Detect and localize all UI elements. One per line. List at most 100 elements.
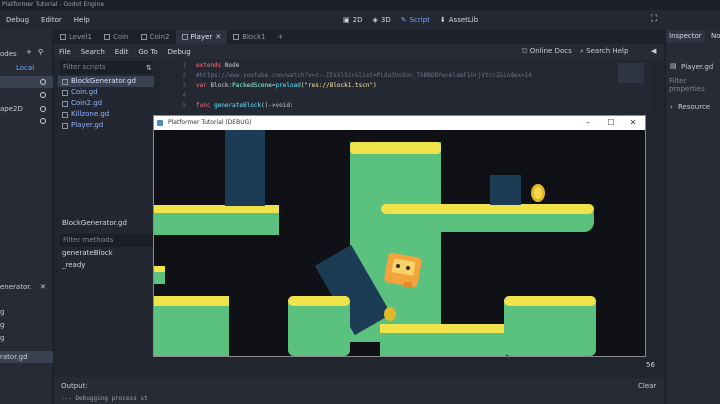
file-item[interactable]: g: [0, 321, 4, 329]
script-item[interactable]: Coin.gd: [58, 87, 154, 98]
tab-inspector[interactable]: Inspector: [666, 30, 705, 43]
minimize-icon[interactable]: –: [578, 116, 598, 130]
mode-script[interactable]: ✎ Script: [401, 16, 430, 24]
code-keyword: var: [196, 82, 207, 89]
script-menu-debug[interactable]: Debug: [163, 48, 196, 56]
line-number: 1: [182, 62, 186, 69]
add-tab-icon[interactable]: +: [272, 30, 290, 44]
script-item[interactable]: Coin2.gd: [58, 98, 154, 109]
script-menu-search[interactable]: Search: [76, 48, 110, 56]
code-text: Block:: [206, 82, 233, 89]
scene-icon: [140, 34, 147, 40]
tab-level1[interactable]: Level1: [54, 30, 98, 44]
tab-label: Coin2: [149, 33, 170, 41]
grass-platform: [154, 205, 279, 235]
maximize-icon[interactable]: ☐: [601, 116, 621, 130]
code-editor[interactable]: 1 extends Node 2 #https://www.youtube.com/…: [160, 59, 650, 119]
close-icon[interactable]: ✕: [40, 283, 46, 291]
script-item[interactable]: Killzone.gd: [58, 109, 154, 120]
script-menu-goto[interactable]: Go To: [133, 48, 162, 56]
scene-icon: [60, 34, 66, 40]
clear-output-button[interactable]: Clear: [638, 382, 656, 390]
script-item[interactable]: BlockGenerator.gd: [58, 76, 154, 87]
inspector-dock: Inspector No ▤ Player.gd Filter properti…: [665, 30, 720, 404]
code-function: preload: [275, 82, 301, 89]
visibility-eye-icon[interactable]: [40, 106, 46, 112]
game-viewport[interactable]: [154, 130, 645, 356]
previous-script-icon[interactable]: ◀: [651, 47, 656, 55]
filter-methods-input[interactable]: Filter methods: [60, 234, 156, 247]
scene-dock-label: odes: [0, 50, 17, 58]
search-help-button[interactable]: ⌕ Search Help: [580, 47, 628, 56]
script-list-panel: Filter scripts ⇅ BlockGenerator.gd Coin.…: [58, 59, 156, 379]
game-window-titlebar[interactable]: Platformer Tutorial (DEBUG) – ☐ ✕: [154, 116, 645, 130]
code-keyword: func: [196, 102, 211, 109]
code-string: ("res://Block1.tscn"): [300, 82, 377, 89]
resource-section[interactable]: Resource: [678, 103, 710, 111]
link-icon[interactable]: ⚲: [38, 48, 43, 56]
menu-editor[interactable]: Editor: [35, 16, 68, 24]
script-menu-edit[interactable]: Edit: [110, 48, 134, 56]
menu-debug[interactable]: Debug: [0, 16, 35, 24]
close-icon[interactable]: ✕: [623, 116, 643, 130]
workspace-switcher: ▣ 2D ◈ 3D ✎ Script ⬇ AssetLib: [343, 10, 478, 30]
file-item[interactable]: g: [0, 334, 4, 342]
grass-platform: [381, 204, 594, 232]
script-icon: ✎: [400, 15, 407, 24]
tab-label: Block1: [242, 33, 266, 41]
visibility-eye-icon[interactable]: [40, 118, 46, 124]
current-script-name: BlockGenerator.gd: [62, 219, 127, 227]
add-node-icon[interactable]: +: [26, 48, 32, 56]
mode-3d[interactable]: ◈ 3D: [372, 16, 390, 24]
window-title: Platformer Tutorial - Godot Engine: [0, 0, 720, 10]
method-item[interactable]: _ready: [62, 261, 85, 269]
tab-node[interactable]: No: [708, 30, 720, 43]
tab-coin[interactable]: Coin: [98, 30, 135, 44]
tab-block1[interactable]: Block1: [227, 30, 271, 44]
code-line: 1 extends Node: [160, 61, 239, 71]
line-number: 3: [182, 82, 186, 89]
gdscript-icon: [62, 89, 68, 96]
mode-3d-label: 3D: [380, 16, 391, 24]
mode-2d-label: 2D: [352, 16, 363, 24]
filter-properties-input[interactable]: Filter properties: [669, 77, 720, 93]
code-text: Node: [221, 62, 240, 69]
game-window[interactable]: Platformer Tutorial (DEBUG) – ☐ ✕: [153, 115, 646, 357]
mode-2d[interactable]: ▣ 2D: [343, 16, 362, 24]
method-item[interactable]: generateBlock: [62, 249, 113, 257]
menu-help[interactable]: Help: [68, 16, 96, 24]
visibility-eye-icon[interactable]: [40, 79, 46, 85]
code-minimap[interactable]: [618, 63, 644, 83]
tab-player[interactable]: Player ✕: [175, 30, 228, 44]
node-label[interactable]: ape2D: [0, 105, 23, 113]
scene-icon: [103, 34, 110, 40]
assetlib-icon: ⬇: [439, 15, 446, 24]
mode-assetlib[interactable]: ⬇ AssetLib: [440, 16, 478, 24]
script-toolbar: File Search Edit Go To Debug ⎋ Online Do…: [54, 44, 664, 59]
close-tab-icon[interactable]: ✕: [215, 33, 221, 41]
line-number: 2: [182, 72, 186, 79]
search-help-label: Search Help: [586, 47, 629, 55]
sort-icon[interactable]: ⇅: [146, 64, 152, 72]
code-comment: #https://www.youtube.com/watch?v=z--IEsX…: [196, 72, 532, 79]
script-item[interactable]: Player.gd: [58, 120, 154, 131]
mode-assetlib-label: AssetLib: [448, 16, 479, 24]
external-link-icon: ⎋: [522, 47, 528, 55]
grass-platform: [154, 266, 165, 284]
online-docs-link[interactable]: ⎋ Online Docs: [522, 47, 572, 56]
expand-icon[interactable]: ›: [670, 103, 673, 111]
code-line: 5 func generateBlock()->void:: [160, 101, 293, 111]
tab-label: Coin: [112, 33, 129, 41]
fullscreen-icon[interactable]: ⛶: [651, 14, 657, 24]
local-tab[interactable]: Local: [16, 64, 34, 72]
search-icon: ⌕: [580, 47, 584, 55]
tab-coin2[interactable]: Coin2: [135, 30, 176, 44]
tab-label: Player: [190, 33, 213, 41]
gdscript-icon: [62, 78, 68, 85]
visibility-eye-icon[interactable]: [40, 92, 46, 98]
script-menu-file[interactable]: File: [54, 48, 76, 56]
code-keyword: extends: [196, 62, 222, 69]
file-item[interactable]: g: [0, 308, 4, 316]
filter-scripts-input[interactable]: Filter scripts: [60, 61, 152, 74]
line-number: 5: [182, 102, 186, 109]
